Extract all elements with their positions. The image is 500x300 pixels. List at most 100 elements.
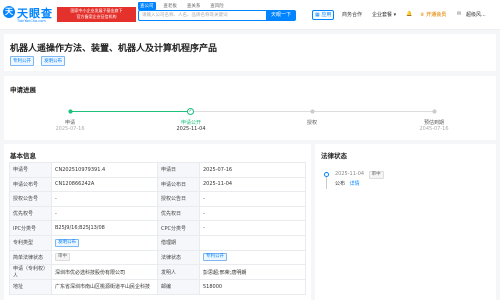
notification-icon[interactable]: 🔔	[406, 11, 412, 17]
simple-legal-badge: 审中	[55, 253, 70, 262]
step-name-grant: 授权	[306, 120, 317, 126]
logo-mark-icon: 天	[3, 6, 15, 18]
app-menu-label: 应用	[321, 12, 332, 18]
legal-event-text: 公布	[335, 181, 346, 187]
promo-banner[interactable]: 国家中小企业发展子基金旗下 官方备案企业征信机构	[57, 7, 136, 22]
value-cpc: -	[199, 220, 306, 236]
legal-status-badge: 专利公开	[203, 253, 227, 262]
step-date-publish: 2025-11-04	[176, 126, 206, 132]
search-tab-company[interactable]: 查公司	[138, 2, 156, 10]
label-ipc: IPC分类号	[9, 220, 52, 236]
basic-info-card: 基本信息 申请号 CN202510979391.4 申请日 2025-07-16…	[4, 144, 311, 300]
label-postcode: 邮编	[157, 279, 200, 295]
basic-info-table: 申请号 CN202510979391.4 申请日 2025-07-16 申请公布…	[9, 162, 306, 295]
enterprise-package-label: 企业套餐	[372, 12, 393, 18]
search-button[interactable]: 天眼一下	[266, 10, 296, 21]
search-tab-risk[interactable]: 查风险	[208, 2, 226, 10]
step-dot-expire	[432, 109, 437, 114]
step-name-apply: 申请	[64, 120, 75, 126]
table-row: 申请公布号 CN120866242A 申请公布日 2025-11-04	[9, 176, 306, 193]
vip-button[interactable]: ♛ 开通会员	[420, 11, 446, 18]
value-app-no: CN202510979391.4	[51, 162, 158, 178]
legal-status-card: 法律状态 2025-11-04 审中 公布 详情	[315, 144, 496, 300]
table-row: IPC分类号 B25J9/16;B25J13/08 CPC分类号 -	[9, 220, 306, 236]
value-review-period	[199, 234, 306, 251]
search-input[interactable]: 请输入公司名称、人名、品牌名称等关键词	[138, 10, 266, 21]
message-icon[interactable]: ✉	[457, 11, 461, 17]
label-legal-status: 法律状态	[157, 249, 200, 266]
title-card: 机器人遥操作方法、装置、机器人及计算机程序产品 专利公开 发明公布	[4, 34, 496, 71]
timeline-dot-icon	[324, 172, 329, 177]
search-tabs: 查公司 查老板 查关系 查风险	[138, 2, 230, 10]
step-dot-apply	[68, 109, 73, 114]
logo[interactable]: 天 天眼查 TianYanCha.com	[3, 4, 55, 24]
table-row: 优先权号 - 优先权日 -	[9, 205, 306, 222]
label-applicant: 申请（专利权）人	[9, 264, 52, 281]
value-app-date: 2025-07-16	[199, 162, 306, 178]
basic-info-title: 基本信息	[10, 152, 36, 160]
label-patent-type: 专利类型	[9, 234, 52, 251]
progress-title: 申请进展	[10, 86, 36, 94]
value-grant-date: -	[199, 191, 306, 207]
app-menu-button[interactable]: ▦ 应用	[312, 10, 335, 20]
legal-event-date-text: 2025-11-04	[335, 171, 365, 177]
value-postcode: 518000	[199, 279, 306, 295]
label-priority-date: 优先权日	[157, 205, 200, 222]
business-partner-link[interactable]: 商务合作	[342, 11, 362, 18]
progress-card: 申请进展 ✓ 申请 2025-07-16 申请公开 2025-11-04 授权 …	[4, 76, 496, 140]
step-date-apply: 2025-07-16	[55, 126, 85, 132]
value-simple-legal-cell: 审中	[51, 249, 158, 266]
step-date-expire: 2045-07-16	[419, 126, 449, 132]
page-title: 机器人遥操作方法、装置、机器人及计算机程序产品	[10, 44, 218, 54]
top-header: 天 天眼查 TianYanCha.com 国家中小企业发展子基金旗下 官方备案企…	[0, 0, 500, 30]
legal-event-date: 2025-11-04 审中	[335, 171, 384, 179]
table-row: 地址 广东省深圳市南山区桃源街道平山民企科技 邮编 518000	[9, 279, 306, 295]
tag-invention-publish: 发明公布	[41, 56, 65, 66]
legal-event-row: 公布 详情	[335, 180, 360, 187]
vip-label: 开通会员	[426, 12, 447, 18]
table-row: 专利类型 发明公布 借理期	[9, 234, 306, 251]
label-app-date: 申请日	[157, 162, 200, 178]
value-address: 广东省深圳市南山区桃源街道平山民企科技	[51, 279, 158, 295]
promo-line-2: 官方备案企业征信机构	[76, 14, 117, 19]
patent-type-badge: 发明公布	[55, 238, 79, 247]
step-name-publish: 申请公开	[180, 120, 201, 126]
value-inventor: 彭思超;邢荣;唐明朗	[199, 264, 306, 281]
step-dot-grant	[310, 109, 315, 114]
value-pub-no: CN120866242A	[51, 176, 158, 193]
value-pub-date: 2025-11-04	[199, 176, 306, 193]
label-cpc: CPC分类号	[157, 220, 200, 236]
applicant-link[interactable]: 深圳市优必选科技股份有限公司	[51, 264, 158, 281]
legal-status-title: 法律状态	[321, 152, 347, 160]
check-icon: ✓	[187, 108, 194, 115]
label-grant-no: 授权公告号	[9, 191, 52, 207]
search-tab-boss[interactable]: 查老板	[161, 2, 179, 10]
table-row: 申请（专利权）人 深圳市优必选科技股份有限公司 发明人 彭思超;邢荣;唐明朗	[9, 264, 306, 281]
table-row: 授权公告号 - 授权公告日 -	[9, 191, 306, 207]
value-ipc: B25J9/16;B25J13/08	[51, 220, 158, 236]
label-grant-date: 授权公告日	[157, 191, 200, 207]
label-pub-no: 申请公布号	[9, 176, 52, 193]
table-row: 申请号 CN202510979391.4 申请日 2025-07-16	[9, 162, 306, 178]
chevron-down-icon: ▾	[392, 12, 397, 18]
enterprise-package-menu[interactable]: 企业套餐 ▾	[372, 11, 396, 18]
step-name-expire: 预估到期	[423, 120, 444, 126]
value-patent-type-cell: 发明公布	[51, 234, 158, 251]
progress-line-done	[70, 111, 191, 112]
label-review-period: 借理期	[157, 234, 200, 251]
label-app-no: 申请号	[9, 162, 52, 178]
legal-event-badge: 审中	[368, 171, 384, 179]
user-name[interactable]: 超级风...	[466, 11, 486, 18]
value-grant-no: -	[51, 191, 158, 207]
label-pub-date: 申请公布日	[157, 176, 200, 193]
value-priority-date: -	[199, 205, 306, 222]
value-legal-status-cell: 专利公开	[199, 249, 306, 266]
label-simple-legal: 简单法律状态	[9, 249, 52, 266]
tag-patent-public: 专利公开	[10, 56, 34, 66]
label-address: 地址	[9, 279, 52, 295]
label-inventor: 发明人	[157, 264, 200, 281]
legal-detail-link[interactable]: 详情	[350, 181, 360, 187]
table-row: 简单法律状态 审中 法律状态 专利公开	[9, 249, 306, 266]
search-tab-relation[interactable]: 查关系	[185, 2, 203, 10]
value-priority-no: -	[51, 205, 158, 222]
